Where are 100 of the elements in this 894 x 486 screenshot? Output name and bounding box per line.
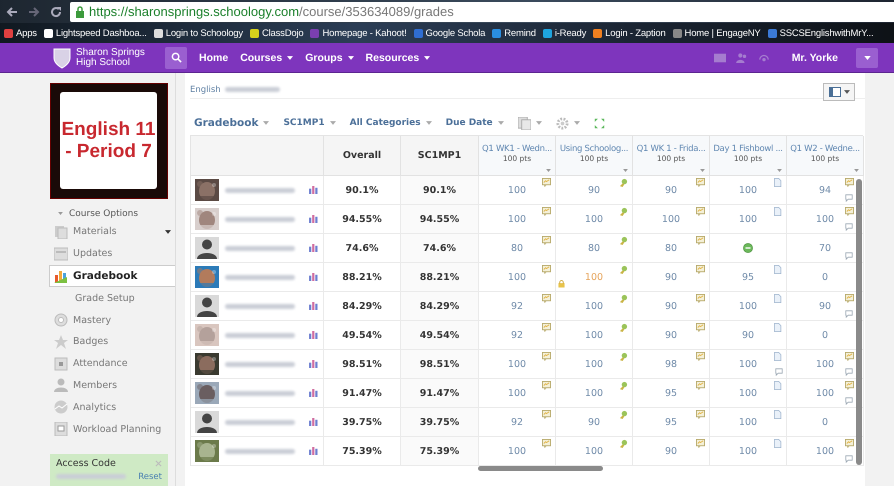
- nav-link[interactable]: Resources: [366, 52, 430, 64]
- bookmark[interactable]: Login - Zaption: [593, 28, 666, 38]
- grade-value[interactable]: 100: [738, 300, 758, 312]
- grade-value[interactable]: 92: [510, 300, 524, 312]
- filter-dropdown[interactable]: Gradebook: [194, 117, 270, 129]
- bar-chart-icon[interactable]: [309, 273, 318, 281]
- sidebar-item[interactable]: Analytics: [50, 396, 175, 418]
- grade-value[interactable]: 100: [584, 446, 604, 456]
- grade-value[interactable]: 100: [662, 214, 680, 224]
- grade-value[interactable]: 100: [816, 358, 834, 370]
- caret-icon[interactable]: [777, 169, 782, 172]
- bar-chart-icon[interactable]: [309, 447, 318, 455]
- nav-link[interactable]: Groups: [305, 52, 354, 64]
- bookmark[interactable]: Apps: [4, 28, 37, 38]
- grade-value[interactable]: 94: [818, 184, 832, 196]
- breadcrumb-link[interactable]: English: [190, 84, 221, 94]
- user-name[interactable]: Mr. Yorke: [792, 52, 838, 64]
- grade-value[interactable]: 90: [742, 330, 754, 340]
- grade-value[interactable]: 95: [664, 388, 678, 398]
- bar-chart-icon[interactable]: [309, 186, 318, 194]
- forward-icon[interactable]: [28, 6, 40, 18]
- filter-dropdown[interactable]: SC1MP1: [283, 118, 336, 128]
- grade-value[interactable]: 0: [822, 416, 828, 428]
- bookmark[interactable]: SSCSEnglishwithMrY...: [768, 28, 874, 38]
- grade-value[interactable]: 100: [508, 184, 526, 196]
- bar-chart-icon[interactable]: [309, 360, 318, 368]
- bookmark[interactable]: Homepage - Kahoot!: [310, 28, 407, 38]
- grade-value[interactable]: 92: [510, 416, 524, 428]
- grade-value[interactable]: 100: [584, 300, 604, 312]
- reload-icon[interactable]: [50, 6, 62, 18]
- filter-dropdown[interactable]: All Categories: [350, 118, 432, 128]
- filter-dropdown[interactable]: Due Date: [446, 118, 504, 128]
- comment-icon[interactable]: [845, 368, 853, 376]
- course-options-link[interactable]: Course Options: [50, 199, 175, 221]
- grade-value[interactable]: 95: [742, 272, 754, 282]
- sidebar-item[interactable]: Grade Setup: [50, 287, 175, 310]
- close-icon[interactable]: [155, 460, 162, 467]
- bar-chart-icon[interactable]: [309, 418, 318, 426]
- grade-value[interactable]: 100: [738, 446, 758, 456]
- grade-value[interactable]: 100: [738, 388, 758, 398]
- grade-value[interactable]: 100: [584, 388, 604, 398]
- bar-chart-icon[interactable]: [309, 331, 318, 339]
- grade-value[interactable]: 90: [588, 184, 600, 196]
- grade-value[interactable]: 80: [664, 242, 678, 254]
- signal-icon[interactable]: [758, 52, 770, 62]
- grade-value[interactable]: 90: [664, 184, 678, 196]
- sidebar-item[interactable]: Mastery: [50, 309, 175, 331]
- vertical-scrollbar[interactable]: [856, 179, 862, 465]
- bookmark[interactable]: Remind: [492, 28, 536, 38]
- bar-chart-icon[interactable]: [309, 215, 318, 223]
- grade-value[interactable]: 100: [508, 272, 526, 282]
- bar-chart-icon[interactable]: [309, 389, 318, 397]
- caret-icon[interactable]: [854, 169, 859, 172]
- grade-value[interactable]: 90: [818, 300, 832, 312]
- sidebar-item[interactable]: Updates: [50, 242, 175, 265]
- grade-value[interactable]: 0: [822, 272, 828, 282]
- user-menu-button[interactable]: [856, 48, 878, 68]
- caret-icon[interactable]: [700, 169, 705, 172]
- sidebar-item[interactable]: Attendance: [50, 352, 175, 375]
- comment-icon[interactable]: [845, 310, 853, 318]
- view-button[interactable]: [823, 82, 855, 100]
- grade-value[interactable]: 90: [664, 300, 678, 312]
- grade-value[interactable]: 100: [816, 446, 834, 456]
- grade-value[interactable]: 100: [738, 184, 758, 196]
- grade-value[interactable]: 100: [508, 446, 526, 456]
- back-icon[interactable]: [6, 6, 18, 18]
- grade-value[interactable]: 98: [664, 358, 678, 370]
- grade-value[interactable]: 90: [664, 446, 678, 456]
- address-bar[interactable]: https://sharonsprings.schoology.com/course/353634089/grades: [70, 2, 894, 22]
- comment-icon[interactable]: [845, 223, 853, 231]
- grade-value[interactable]: 100: [584, 358, 604, 370]
- sidebar-item[interactable]: Materials: [50, 220, 175, 243]
- comment-icon[interactable]: [845, 397, 853, 405]
- bookmark[interactable]: Lightspeed Dashboa...: [44, 28, 147, 38]
- grade-value[interactable]: 90: [664, 272, 678, 282]
- grade-value[interactable]: 100: [584, 214, 604, 224]
- grade-value[interactable]: 100: [584, 272, 604, 282]
- expand-icon[interactable]: [594, 118, 605, 128]
- caret-icon[interactable]: [623, 169, 628, 172]
- grade-value[interactable]: 100: [816, 388, 834, 398]
- people-icon[interactable]: [736, 52, 748, 62]
- export-dropdown[interactable]: [518, 116, 542, 130]
- grade-value[interactable]: 90: [664, 330, 678, 340]
- grade-value[interactable]: 92: [510, 330, 524, 340]
- grade-value[interactable]: 95: [664, 416, 678, 428]
- comment-icon[interactable]: [845, 455, 853, 463]
- grade-value[interactable]: 100: [508, 388, 526, 398]
- sidebar-item[interactable]: Badges: [50, 330, 175, 353]
- caret-icon[interactable]: [546, 169, 551, 172]
- sidebar-item[interactable]: Gradebook: [49, 264, 175, 288]
- sidebar-item[interactable]: Workload Planning: [50, 418, 175, 440]
- grade-value[interactable]: 100: [738, 358, 758, 370]
- grade-value[interactable]: 100: [508, 214, 526, 224]
- horizontal-scrollbar[interactable]: [478, 466, 603, 471]
- bookmark[interactable]: i-Ready: [542, 28, 586, 38]
- grade-value[interactable]: 100: [508, 358, 526, 370]
- grade-value[interactable]: 100: [584, 330, 604, 340]
- search-button[interactable]: [165, 46, 187, 68]
- bookmark[interactable]: Google Schola: [414, 28, 486, 38]
- bookmark[interactable]: Login to Schoology: [154, 28, 243, 38]
